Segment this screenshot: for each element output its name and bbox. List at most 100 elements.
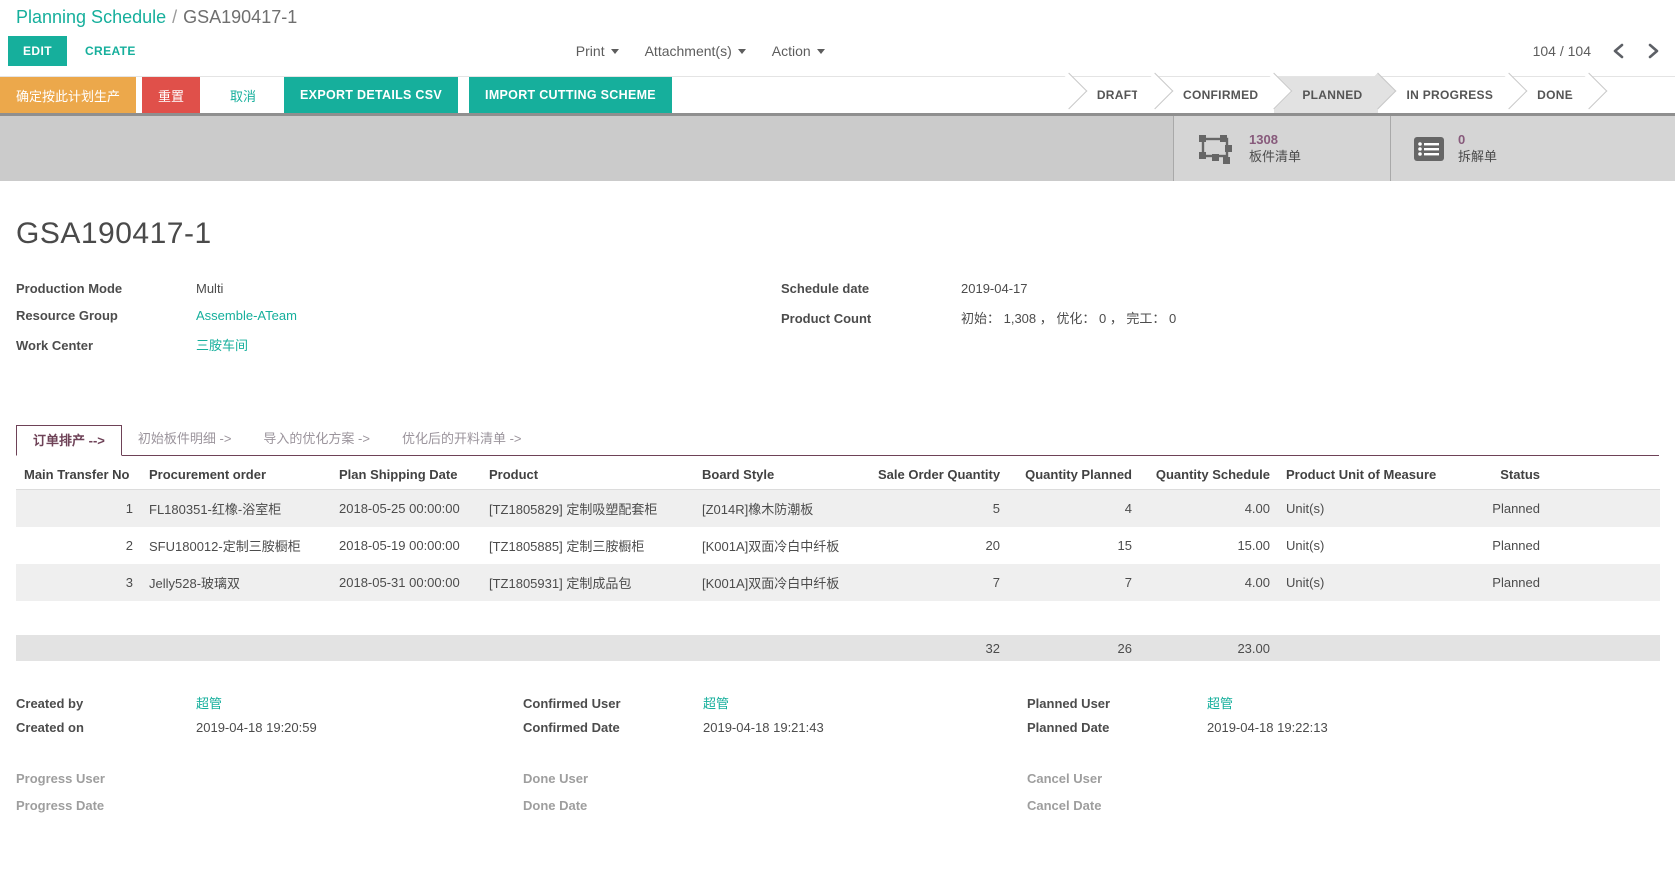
- status-steps: DRAFT CONFIRMED PLANNED IN PROGRESS DONE: [1065, 77, 1589, 113]
- table-row[interactable]: 3 Jelly528-玻璃双 2018-05-31 00:00:00 [TZ18…: [16, 564, 1660, 601]
- statusbar: 确定按此计划生产 重置 取消 EXPORT DETAILS CSV IMPORT…: [0, 76, 1675, 113]
- status-step-planned-active[interactable]: PLANNED: [1274, 77, 1378, 113]
- cell-sale-order-quantity: 7: [870, 564, 1008, 601]
- work-center-value-link[interactable]: 三胺车间: [196, 335, 248, 354]
- tab-order-scheduling-active[interactable]: 订单排产 -->: [16, 425, 122, 456]
- cell-quantity-schedule: 15.00: [1140, 527, 1278, 564]
- cell-product: [TZ1805829] 定制吸塑配套柜: [481, 490, 694, 528]
- status-step-in-progress[interactable]: IN PROGRESS: [1378, 77, 1509, 113]
- cell-product-uom: Unit(s): [1278, 564, 1456, 601]
- status-step-confirmed[interactable]: CONFIRMED: [1155, 77, 1274, 113]
- totals-empty: [1548, 635, 1660, 661]
- totals-empty: [481, 635, 694, 661]
- col-plan-shipping-date[interactable]: Plan Shipping Date: [331, 458, 481, 490]
- cancel-button[interactable]: 取消: [214, 77, 272, 113]
- confirmed-date-value: 2019-04-18 19:21:43: [703, 720, 824, 735]
- cell-spacer: [1548, 490, 1660, 528]
- col-quantity-schedule[interactable]: Quantity Schedule: [1140, 458, 1278, 490]
- product-count-label: Product Count: [781, 311, 961, 326]
- pager-next-button[interactable]: [1648, 43, 1659, 59]
- cell-sale-order-quantity: 5: [870, 490, 1008, 528]
- totals-empty: [141, 635, 331, 661]
- reset-button[interactable]: 重置: [142, 77, 200, 113]
- create-button[interactable]: CREATE: [85, 44, 136, 58]
- cell-procurement-order: SFU180012-定制三胺橱柜: [141, 527, 331, 564]
- col-main-transfer-no[interactable]: Main Transfer No: [16, 458, 141, 490]
- chevron-down-icon: [738, 49, 746, 54]
- breadcrumb-parent-link[interactable]: Planning Schedule: [16, 7, 166, 27]
- production-mode-label: Production Mode: [16, 281, 196, 296]
- created-by-value-link[interactable]: 超管: [196, 693, 222, 712]
- tab-initial-board-detail[interactable]: 初始板件明细 ->: [122, 424, 248, 455]
- audit-fields: Created by 超管 Created on 2019-04-18 19:2…: [16, 693, 1659, 855]
- board-list-label: 板件清单: [1249, 149, 1301, 166]
- notebook-tabs: 订单排产 --> 初始板件明细 -> 导入的优化方案 -> 优化后的开料清单 -…: [16, 424, 1659, 456]
- table-header-row: Main Transfer No Procurement order Plan …: [16, 458, 1660, 490]
- cell-product: [TZ1805931] 定制成品包: [481, 564, 694, 601]
- cancel-date-label: Cancel Date: [1027, 798, 1207, 813]
- print-menu[interactable]: Print: [576, 43, 619, 59]
- edit-button[interactable]: EDIT: [8, 36, 67, 66]
- cell-board-style: [K001A]双面冷白中纤板: [694, 564, 870, 601]
- totals-empty: [1456, 635, 1548, 661]
- planned-user-label: Planned User: [1027, 696, 1207, 711]
- cell-quantity-planned: 7: [1008, 564, 1140, 601]
- breadcrumb-current: GSA190417-1: [183, 7, 297, 27]
- tab-imported-optimization-plan[interactable]: 导入的优化方案 ->: [247, 424, 386, 455]
- created-by-label: Created by: [16, 696, 196, 711]
- totals-empty: [331, 635, 481, 661]
- work-center-label: Work Center: [16, 338, 196, 353]
- progress-user-label: Progress User: [16, 771, 196, 786]
- cell-procurement-order: Jelly528-玻璃双: [141, 564, 331, 601]
- col-product-uom[interactable]: Product Unit of Measure: [1278, 458, 1456, 490]
- confirmed-user-value-link[interactable]: 超管: [703, 693, 729, 712]
- cell-procurement-order: FL180351-红橡-浴室柜: [141, 490, 331, 528]
- totals-quantity-planned: 26: [1008, 635, 1140, 661]
- col-product[interactable]: Product: [481, 458, 694, 490]
- export-details-csv-button[interactable]: EXPORT DETAILS CSV: [284, 77, 458, 113]
- audit-col-created: Created by 超管 Created on 2019-04-18 19:2…: [16, 693, 523, 825]
- confirm-production-button[interactable]: 确定按此计划生产: [0, 77, 136, 113]
- board-list-stat-button[interactable]: 1308 板件清单: [1173, 116, 1390, 181]
- tab-optimized-cutting-list[interactable]: 优化后的开料清单 ->: [386, 424, 538, 455]
- col-board-style[interactable]: Board Style: [694, 458, 870, 490]
- attachments-menu-label: Attachment(s): [645, 43, 732, 59]
- col-status[interactable]: Status: [1456, 458, 1548, 490]
- cell-product-uom: Unit(s): [1278, 527, 1456, 564]
- table-row[interactable]: 1 FL180351-红橡-浴室柜 2018-05-25 00:00:00 [T…: [16, 490, 1660, 528]
- table-spacer-row: [16, 601, 1660, 635]
- progress-date-label: Progress Date: [16, 798, 196, 813]
- cell-plan-shipping-date: 2018-05-25 00:00:00: [331, 490, 481, 528]
- field-groups: Production Mode Multi Resource Group Ass…: [16, 281, 1659, 362]
- attachments-menu[interactable]: Attachment(s): [645, 43, 746, 59]
- disassembly-list-stat-button[interactable]: 0 拆解单: [1390, 116, 1675, 181]
- resource-group-value-link[interactable]: Assemble-ATeam: [196, 308, 297, 323]
- col-sale-order-quantity[interactable]: Sale Order Quantity: [870, 458, 1008, 490]
- cell-main-transfer-no: 1: [16, 490, 141, 528]
- chevron-right-icon: [1648, 43, 1659, 59]
- action-menu-label: Action: [772, 43, 811, 59]
- table-row[interactable]: 2 SFU180012-定制三胺橱柜 2018-05-19 00:00:00 […: [16, 527, 1660, 564]
- production-mode-value: Multi: [196, 281, 223, 296]
- totals-quantity-schedule: 23.00: [1140, 635, 1278, 661]
- planned-date-label: Planned Date: [1027, 720, 1207, 735]
- cell-quantity-planned: 4: [1008, 490, 1140, 528]
- disassembly-count: 0: [1458, 132, 1497, 149]
- board-selection-icon: [1196, 132, 1236, 166]
- chevron-down-icon: [817, 49, 825, 54]
- col-procurement-order[interactable]: Procurement order: [141, 458, 331, 490]
- col-quantity-planned[interactable]: Quantity Planned: [1008, 458, 1140, 490]
- planned-user-value-link[interactable]: 超管: [1207, 693, 1233, 712]
- button-box-band: 1308 板件清单 0 拆解单: [0, 113, 1675, 181]
- cell-board-style: [Z014R]橡木防潮板: [694, 490, 870, 528]
- cell-main-transfer-no: 3: [16, 564, 141, 601]
- cell-spacer: [1548, 564, 1660, 601]
- pager-previous-button[interactable]: [1613, 43, 1624, 59]
- cell-spacer: [1548, 527, 1660, 564]
- schedule-date-label: Schedule date: [781, 281, 961, 296]
- action-menus: Print Attachment(s) Action: [576, 43, 825, 59]
- breadcrumb: Planning Schedule/GSA190417-1: [0, 0, 1675, 28]
- import-cutting-scheme-button[interactable]: IMPORT CUTTING SCHEME: [469, 77, 672, 113]
- pager-value: 104 / 104: [1533, 43, 1591, 59]
- action-menu[interactable]: Action: [772, 43, 825, 59]
